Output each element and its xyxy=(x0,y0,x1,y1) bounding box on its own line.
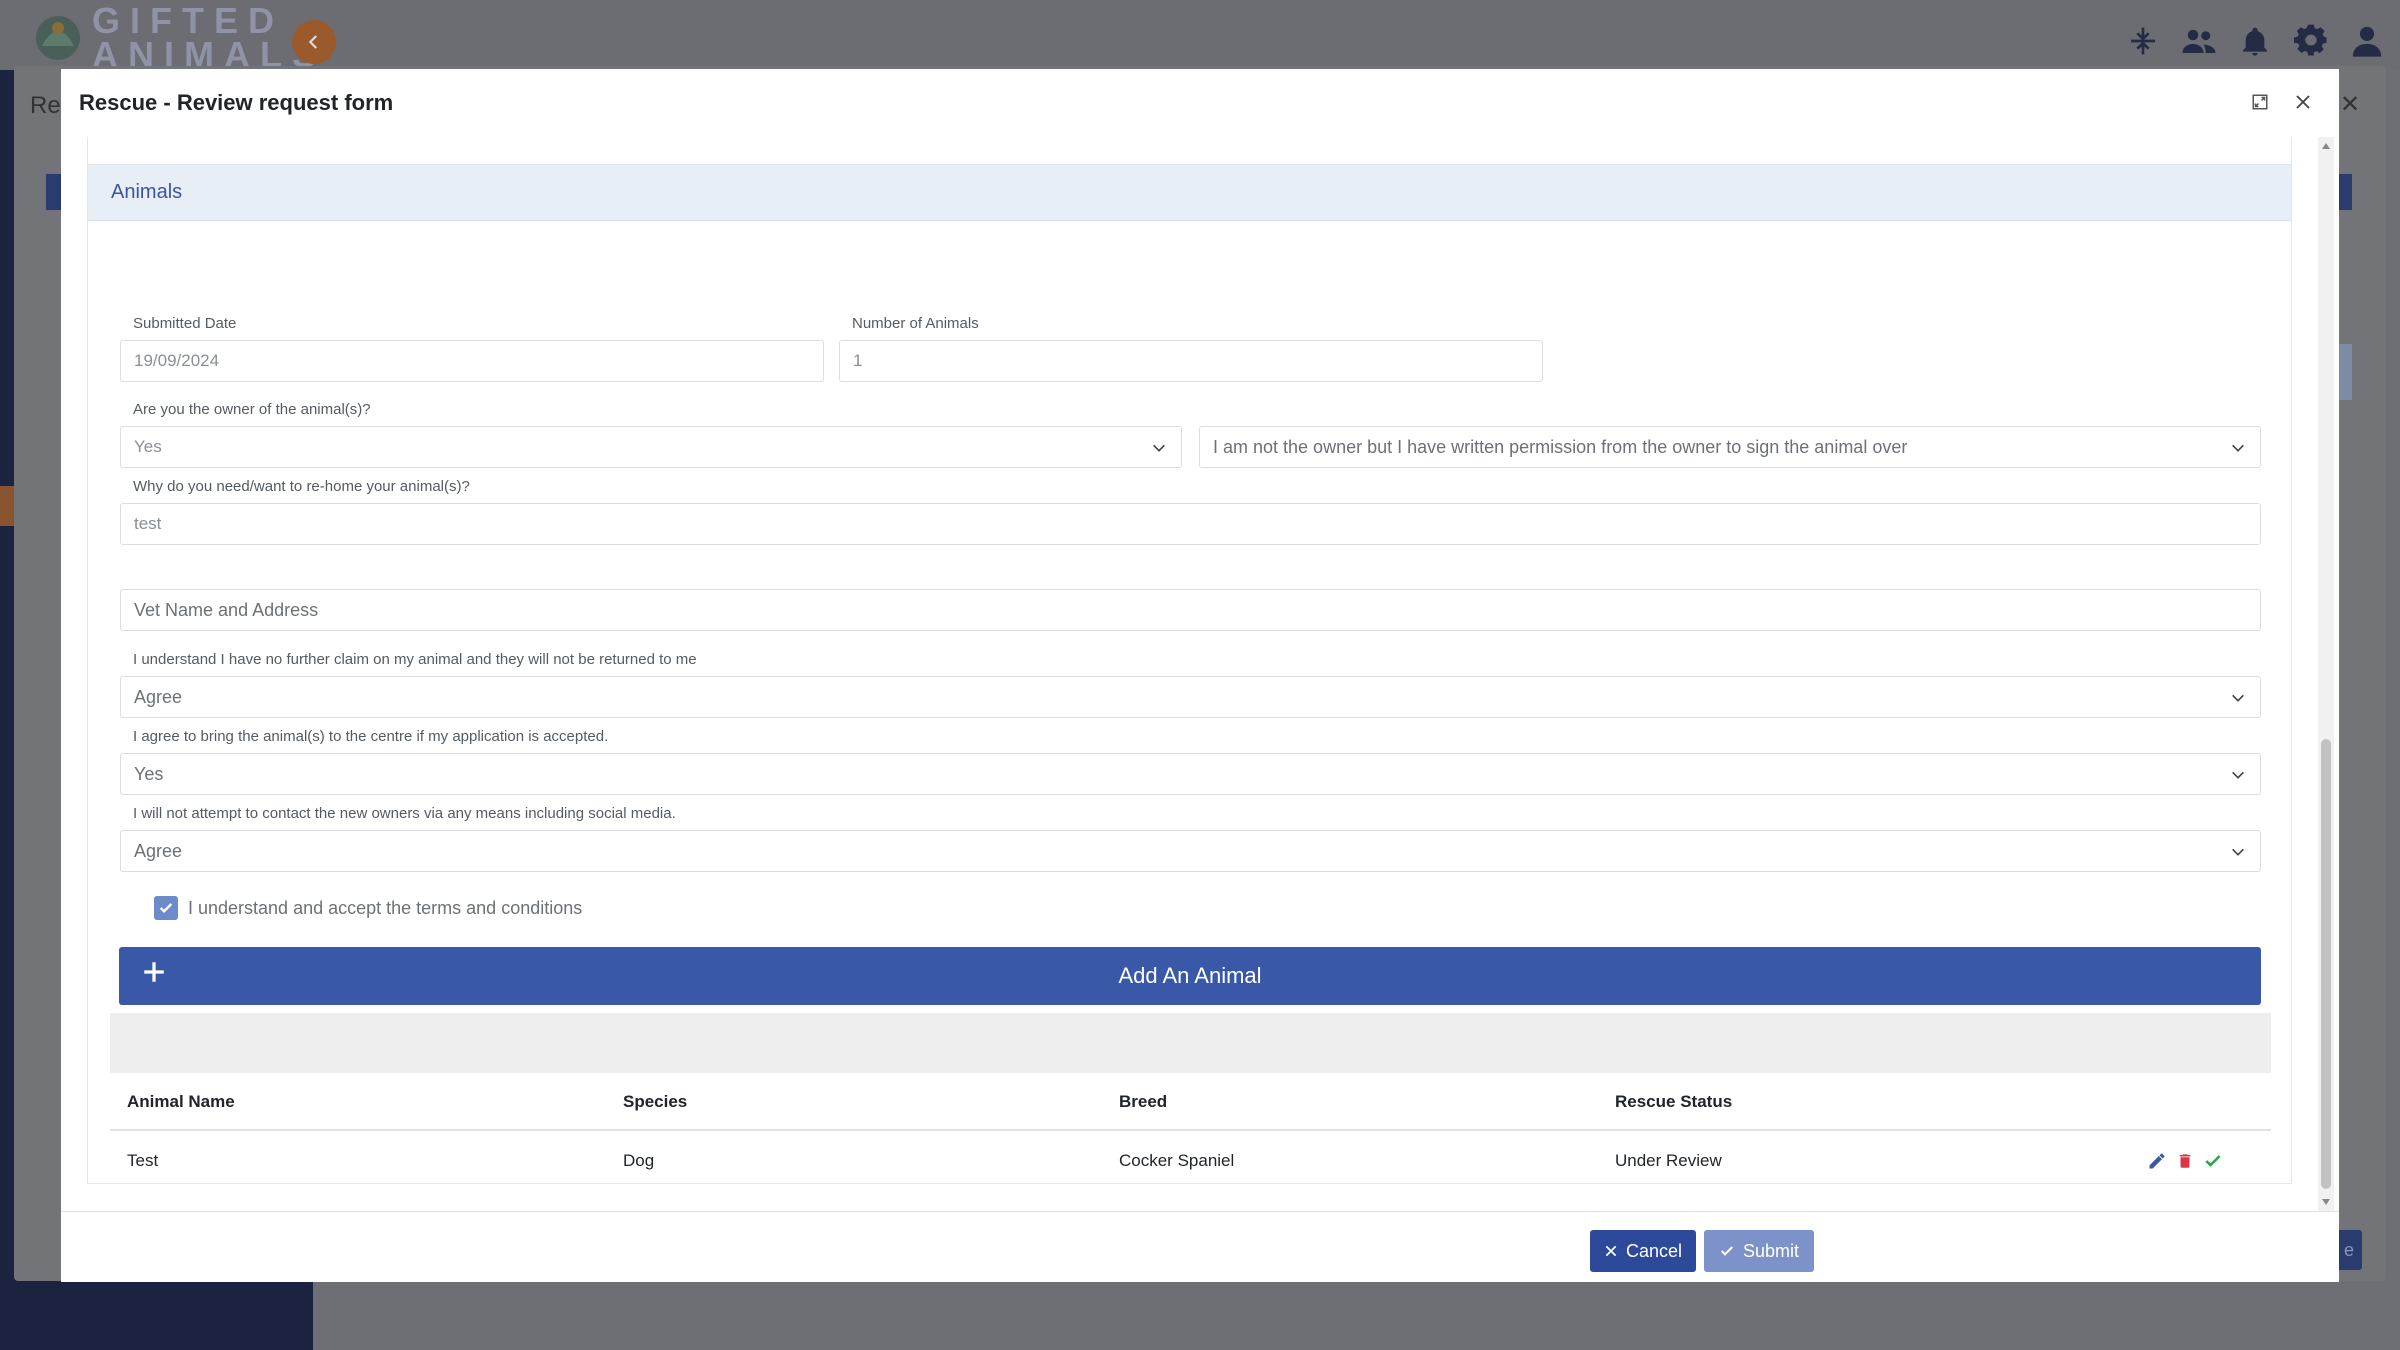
row-actions xyxy=(2146,1150,2224,1172)
cancel-button[interactable]: Cancel xyxy=(1590,1230,1696,1272)
number-of-animals-field[interactable]: 1 xyxy=(839,340,1543,382)
trash-icon xyxy=(2179,1154,2191,1168)
chevron-down-icon xyxy=(2232,848,2244,856)
delete-button[interactable] xyxy=(2174,1150,2196,1172)
bring-to-centre-value: Yes xyxy=(134,763,164,784)
owner-label: Are you the owner of the animal(s)? xyxy=(133,401,371,418)
owner-detail-value: I am not the owner but I have written pe… xyxy=(1213,436,1908,457)
number-of-animals-value: 1 xyxy=(853,351,863,370)
submitted-date-field[interactable]: 19/09/2024 xyxy=(120,340,824,382)
approve-button[interactable] xyxy=(2202,1150,2224,1172)
brand-logo-text: GIFTED ANIMALS xyxy=(92,0,326,73)
chevron-down-icon xyxy=(1153,444,1165,452)
chevron-left-icon xyxy=(308,35,318,49)
submit-label: Submit xyxy=(1742,1240,1800,1261)
top-toolbar xyxy=(2124,22,2386,60)
background-close-icon: ✕ xyxy=(2340,91,2361,118)
animals-table-header: Animal Name Species Breed Rescue Status xyxy=(110,1073,2271,1131)
scroll-up-arrow[interactable] xyxy=(2322,143,2330,149)
bell-icon[interactable] xyxy=(2236,22,2274,60)
scroll-down-arrow[interactable] xyxy=(2322,1199,2330,1205)
table-toolbar xyxy=(110,1013,2271,1073)
rehome-reason-label: Why do you need/want to re-home your ani… xyxy=(133,478,470,495)
column-header-breed[interactable]: Breed xyxy=(1119,1092,1167,1112)
cancel-label: Cancel xyxy=(1625,1240,1683,1261)
cell-species: Dog xyxy=(623,1151,655,1170)
pencil-icon xyxy=(2149,1153,2165,1169)
rehome-reason-field[interactable]: test xyxy=(120,503,2261,545)
background-topbar: GIFTED ANIMALS xyxy=(0,0,2400,73)
table-row: Test Dog Cocker Spaniel Under Review xyxy=(110,1131,2271,1193)
check-icon xyxy=(2205,1155,2221,1167)
section-title: Animals xyxy=(111,181,183,203)
submit-button[interactable]: Submit xyxy=(1704,1230,1814,1272)
vet-name-address-field[interactable]: Vet Name and Address xyxy=(120,589,2261,631)
chevron-down-icon xyxy=(2232,771,2244,779)
close-button[interactable] xyxy=(2288,87,2318,117)
owner-value: Yes xyxy=(134,437,162,456)
owner-detail-select[interactable]: I am not the owner but I have written pe… xyxy=(1199,426,2261,468)
submitted-date-value: 19/09/2024 xyxy=(134,351,220,370)
logo-icon xyxy=(36,16,80,60)
plus-icon xyxy=(144,962,164,982)
rehome-reason-value: test xyxy=(134,514,162,533)
review-request-modal: Rescue - Review request form Animals Sub… xyxy=(61,69,2339,1282)
column-header-species[interactable]: Species xyxy=(623,1092,687,1112)
bring-to-centre-label: I agree to bring the animal(s) to the ce… xyxy=(133,728,609,745)
submitted-date-label: Submitted Date xyxy=(133,315,237,332)
maximize-button[interactable] xyxy=(2245,87,2275,117)
modal-scrollbar[interactable] xyxy=(2318,137,2334,1211)
modal-title: Rescue - Review request form xyxy=(79,90,394,115)
bring-to-centre-select[interactable]: Yes xyxy=(120,753,2261,795)
card-top-strip xyxy=(88,137,2291,165)
users-icon[interactable] xyxy=(2180,22,2218,60)
maximize-icon xyxy=(2252,94,2268,110)
scroll-thumb[interactable] xyxy=(2321,739,2331,1189)
column-header-rescue-status[interactable]: Rescue Status xyxy=(1615,1092,1732,1112)
no-further-claim-select[interactable]: Agree xyxy=(120,676,2261,718)
gear-icon[interactable] xyxy=(2292,22,2330,60)
compress-icon[interactable] xyxy=(2124,22,2162,60)
vet-name-address-placeholder: Vet Name and Address xyxy=(134,599,319,620)
chevron-down-icon xyxy=(2232,694,2244,702)
number-of-animals-label: Number of Animals xyxy=(852,315,979,332)
owner-select[interactable]: Yes xyxy=(120,426,1182,468)
check-icon xyxy=(159,903,173,913)
modal-body: Animals Submitted Date 19/09/2024 Number… xyxy=(61,137,2339,1211)
column-header-animal-name[interactable]: Animal Name xyxy=(127,1092,235,1112)
add-animal-button[interactable]: Add An Animal xyxy=(119,947,2261,1005)
user-icon[interactable] xyxy=(2348,22,2386,60)
no-contact-select[interactable]: Agree xyxy=(120,830,2261,872)
no-contact-value: Agree xyxy=(134,840,183,861)
no-further-claim-value: Agree xyxy=(134,686,183,707)
section-header-animals: Animals xyxy=(88,165,2291,221)
modal-footer: Cancel Submit xyxy=(61,1211,2339,1282)
no-further-claim-label: I understand I have no further claim on … xyxy=(133,651,697,668)
modal-header: Rescue - Review request form xyxy=(61,69,2339,137)
terms-checkbox[interactable] xyxy=(154,896,178,920)
terms-label: I understand and accept the terms and co… xyxy=(188,897,583,918)
close-icon xyxy=(2296,95,2310,109)
terms-checkbox-row: I understand and accept the terms and co… xyxy=(154,896,582,920)
sidebar-collapse-button[interactable] xyxy=(292,20,336,64)
animals-card: Animals Submitted Date 19/09/2024 Number… xyxy=(87,137,2292,1184)
cell-rescue-status: Under Review xyxy=(1615,1151,1722,1170)
close-icon xyxy=(1605,1245,1617,1257)
background-nav-fragment xyxy=(0,486,14,526)
cell-breed: Cocker Spaniel xyxy=(1119,1151,1235,1170)
cell-animal-name: Test xyxy=(127,1151,159,1170)
chevron-down-icon xyxy=(2232,444,2244,452)
no-contact-label: I will not attempt to contact the new ow… xyxy=(133,805,676,822)
brand-line-1: GIFTED xyxy=(92,0,284,41)
add-animal-label: Add An Animal xyxy=(1118,963,1262,988)
check-icon xyxy=(1720,1246,1734,1256)
edit-button[interactable] xyxy=(2146,1150,2168,1172)
